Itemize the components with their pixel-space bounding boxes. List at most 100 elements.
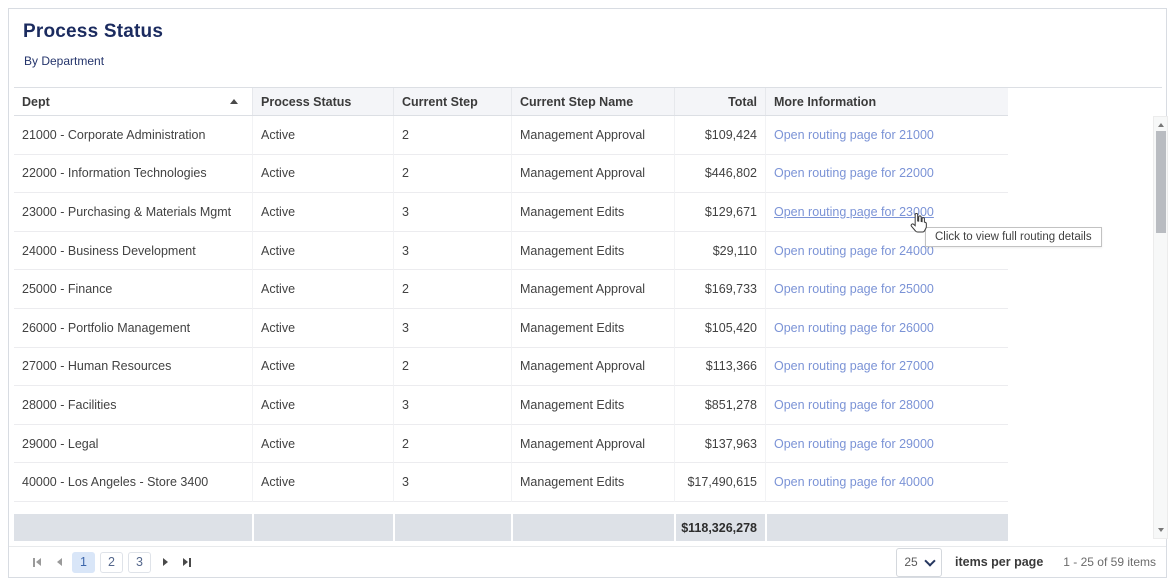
first-page-button[interactable] [28, 552, 46, 573]
column-header-process-status[interactable]: Process Status [252, 88, 393, 115]
open-routing-page-link[interactable]: Open routing page for 28000 [774, 398, 934, 412]
footer-cell-dept [14, 514, 252, 541]
cell-current-step-name: Management Edits [511, 232, 674, 271]
scroll-down-button[interactable] [1154, 524, 1167, 536]
cell-total: $851,278 [674, 386, 765, 425]
cell-process-status: Active [252, 270, 393, 309]
column-label: Process Status [261, 95, 351, 109]
previous-page-button[interactable] [50, 552, 68, 573]
cell-total: $109,424 [674, 116, 765, 155]
cell-current-step: 3 [393, 309, 511, 348]
table-row: 22000 - Information Technologies Active … [14, 155, 1008, 194]
items-per-page-select[interactable]: 25 [896, 548, 942, 577]
table-row: 29000 - Legal Active 2 Management Approv… [14, 425, 1008, 464]
table-row: 24000 - Business Development Active 3 Ma… [14, 232, 1008, 271]
scroll-up-icon [1158, 123, 1164, 127]
cell-total: $113,366 [674, 348, 765, 387]
cell-process-status: Active [252, 386, 393, 425]
cell-more-information: Open routing page for 22000 [765, 155, 1008, 194]
items-per-page-value: 25 [904, 555, 917, 569]
open-routing-page-link[interactable]: Open routing page for 21000 [774, 128, 934, 142]
scrollbar-thumb[interactable] [1156, 131, 1166, 233]
cell-current-step-name: Management Edits [511, 463, 674, 502]
cell-current-step: 3 [393, 386, 511, 425]
cell-total: $446,802 [674, 155, 765, 194]
cell-more-information: Open routing page for 29000 [765, 425, 1008, 464]
page-button-3[interactable]: 3 [128, 552, 151, 573]
page-title: Process Status [23, 21, 163, 43]
cell-dept: 28000 - Facilities [14, 386, 252, 425]
cell-total: $169,733 [674, 270, 765, 309]
cell-current-step: 2 [393, 348, 511, 387]
cell-dept: 24000 - Business Development [14, 232, 252, 271]
page-subtitle: By Department [24, 54, 104, 68]
column-header-dept[interactable]: Dept [14, 88, 252, 115]
cell-current-step-name: Management Edits [511, 386, 674, 425]
column-label: Total [728, 95, 757, 109]
cell-current-step: 2 [393, 270, 511, 309]
cell-current-step: 3 [393, 193, 511, 232]
cell-dept: 29000 - Legal [14, 425, 252, 464]
cell-more-information: Open routing page for 40000 [765, 463, 1008, 502]
sort-asc-icon [230, 99, 238, 104]
items-per-page-label: items per page [955, 555, 1043, 569]
cell-current-step-name: Management Edits [511, 309, 674, 348]
cell-current-step-name: Management Approval [511, 425, 674, 464]
open-routing-page-link[interactable]: Open routing page for 25000 [774, 282, 934, 296]
items-range-label: 1 - 25 of 59 items [1063, 555, 1156, 569]
pager: 1 2 3 25 items per page 1 - 25 of 59 ite… [9, 546, 1166, 577]
open-routing-page-link[interactable]: Open routing page for 22000 [774, 166, 934, 180]
first-page-icon-arrow [36, 558, 41, 566]
column-header-more-information[interactable]: More Information [765, 88, 1008, 115]
cell-total: $17,490,615 [674, 463, 765, 502]
column-header-total[interactable]: Total [674, 88, 765, 115]
cell-dept: 22000 - Information Technologies [14, 155, 252, 194]
cell-total: $29,110 [674, 232, 765, 271]
cell-current-step-name: Management Approval [511, 116, 674, 155]
page-button-2[interactable]: 2 [100, 552, 123, 573]
process-status-grid: Dept Process Status Current Step Current… [14, 87, 1162, 541]
open-routing-page-link[interactable]: Open routing page for 26000 [774, 321, 934, 335]
open-routing-page-link[interactable]: Open routing page for 27000 [774, 359, 934, 373]
cell-more-information: Open routing page for 28000 [765, 386, 1008, 425]
table-row: 21000 - Corporate Administration Active … [14, 116, 1008, 155]
open-routing-page-link[interactable]: Open routing page for 29000 [774, 437, 934, 451]
cell-current-step-name: Management Edits [511, 193, 674, 232]
next-page-icon [163, 558, 168, 566]
column-label: More Information [774, 95, 876, 109]
cell-process-status: Active [252, 232, 393, 271]
cell-process-status: Active [252, 348, 393, 387]
last-page-button[interactable] [178, 552, 196, 573]
cell-current-step-name: Management Approval [511, 270, 674, 309]
cell-dept: 27000 - Human Resources [14, 348, 252, 387]
open-routing-page-link[interactable]: Open routing page for 40000 [774, 475, 934, 489]
footer-cell-process-status [252, 514, 393, 541]
cell-current-step-name: Management Approval [511, 155, 674, 194]
footer-cell-current-step-name [511, 514, 674, 541]
page-button-1[interactable]: 1 [72, 552, 95, 573]
scroll-up-button[interactable] [1154, 119, 1167, 131]
cell-dept: 23000 - Purchasing & Materials Mgmt [14, 193, 252, 232]
cell-more-information: Open routing page for 23000 [765, 193, 1008, 232]
cell-process-status: Active [252, 193, 393, 232]
grid-footer: $118,326,278 [14, 514, 1008, 541]
table-row: 23000 - Purchasing & Materials Mgmt Acti… [14, 193, 1008, 232]
table-row: 26000 - Portfolio Management Active 3 Ma… [14, 309, 1008, 348]
cell-current-step: 3 [393, 232, 511, 271]
cell-dept: 40000 - Los Angeles - Store 3400 [14, 463, 252, 502]
cell-dept: 26000 - Portfolio Management [14, 309, 252, 348]
cell-process-status: Active [252, 116, 393, 155]
grid-header: Dept Process Status Current Step Current… [14, 88, 1008, 116]
column-header-current-step-name[interactable]: Current Step Name [511, 88, 674, 115]
cell-total: $129,671 [674, 193, 765, 232]
footer-cell-more-information [765, 514, 1008, 541]
cell-total: $105,420 [674, 309, 765, 348]
vertical-scrollbar[interactable] [1153, 116, 1168, 539]
cell-current-step: 2 [393, 116, 511, 155]
next-page-button[interactable] [156, 552, 174, 573]
cell-current-step: 2 [393, 425, 511, 464]
column-header-current-step[interactable]: Current Step [393, 88, 511, 115]
cell-process-status: Active [252, 463, 393, 502]
cell-process-status: Active [252, 425, 393, 464]
open-routing-page-link[interactable]: Open routing page for 24000 [774, 244, 934, 258]
